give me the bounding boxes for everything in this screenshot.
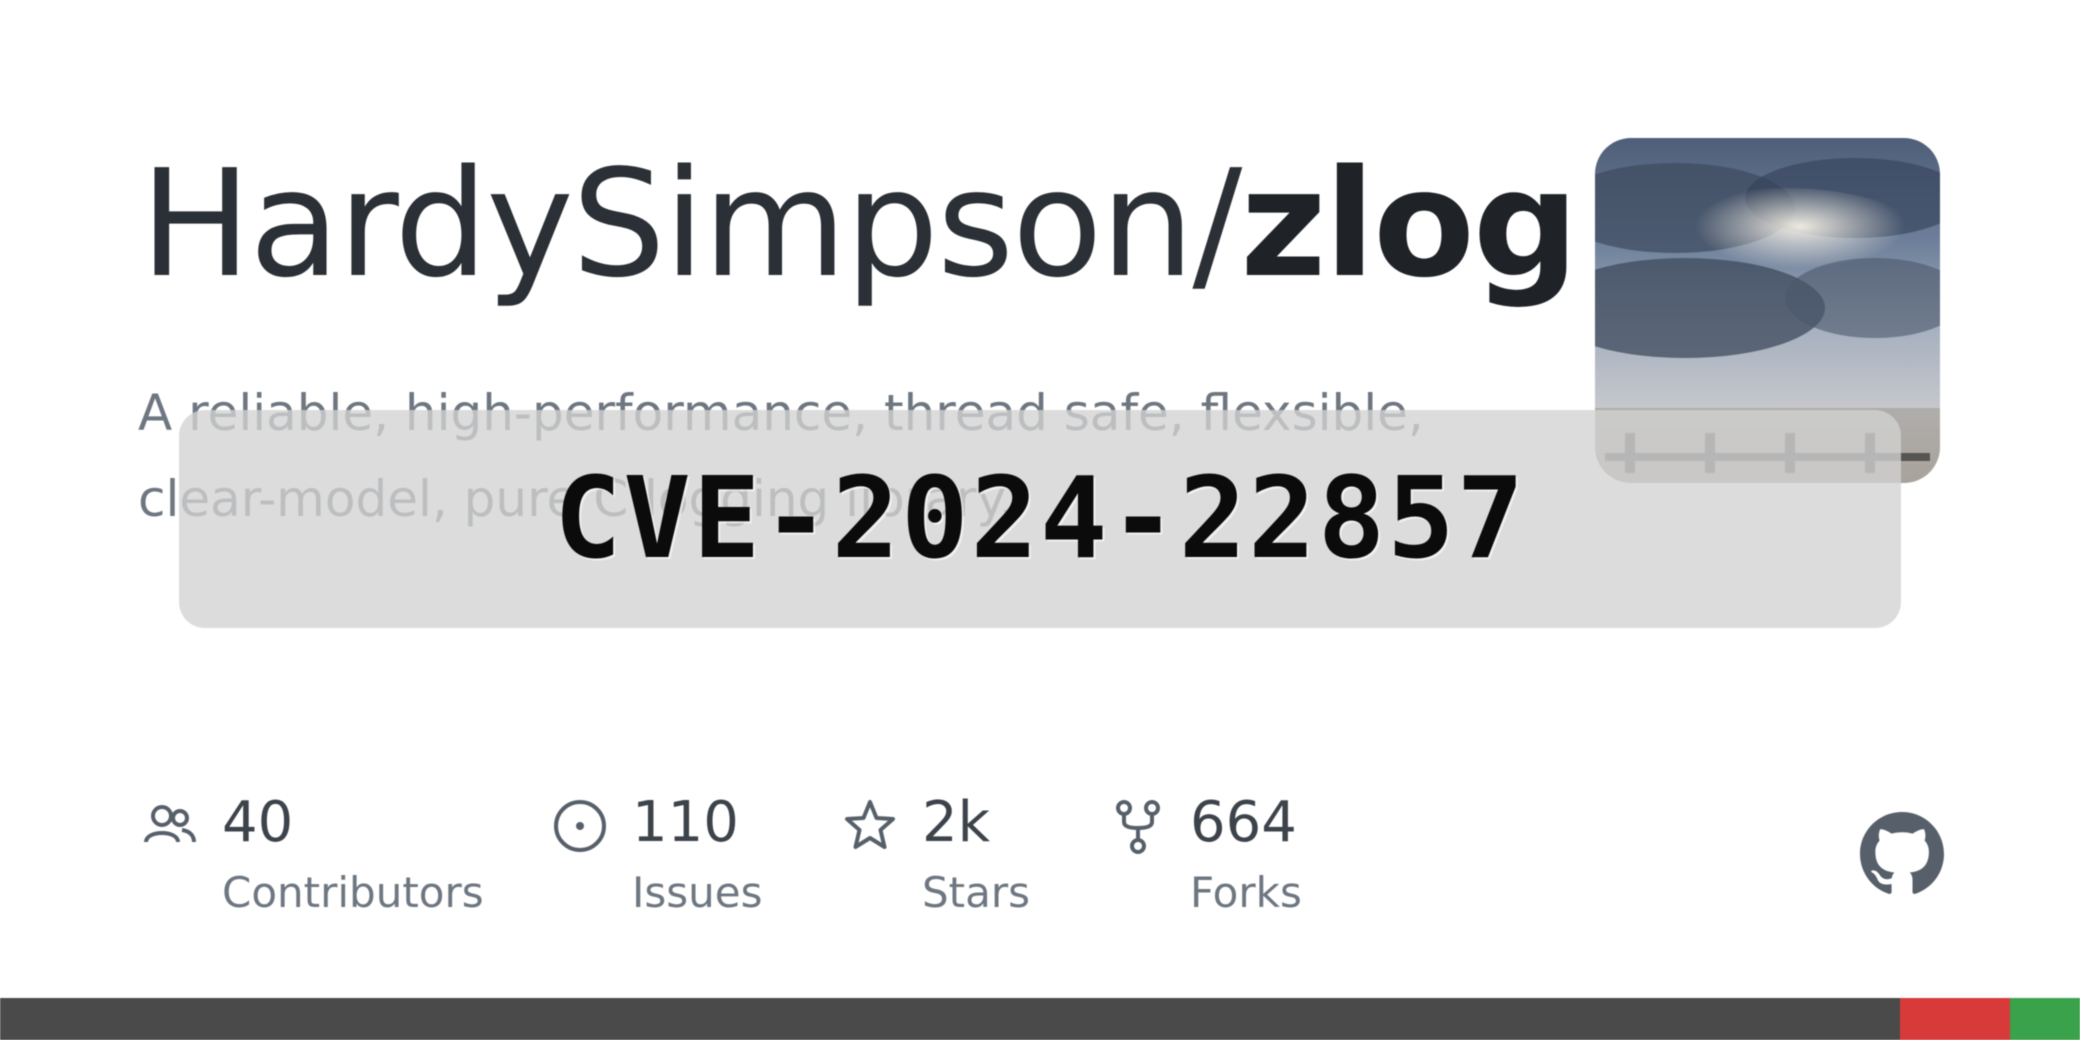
stars-label: Stars (922, 868, 1031, 917)
contributors-count: 40 (222, 790, 294, 855)
repo-name: zlog (1240, 138, 1578, 310)
issue-icon (554, 800, 606, 852)
language-bar-segment-green (2010, 998, 2080, 1040)
repo-social-card: HardySimpson/zlog A reliable, high-perfo… (0, 0, 2080, 1040)
forks-label: Forks (1190, 868, 1302, 917)
forks-count: 664 (1190, 790, 1297, 855)
issues-count: 110 (632, 790, 739, 855)
contributors-label: Contributors (222, 868, 484, 917)
cve-id-text: CVE-2024-22857 (553, 454, 1526, 584)
issues-label: Issues (632, 868, 763, 917)
people-icon (144, 805, 196, 843)
repo-owner: HardySimpson (140, 138, 1194, 310)
github-mark-icon (1860, 812, 1944, 894)
language-bar-segment-red (1900, 998, 2010, 1040)
star-icon (845, 800, 895, 849)
stars-count: 2k (922, 790, 991, 855)
repo-title: HardySimpson/zlog (140, 150, 1579, 298)
language-bar (0, 998, 2080, 1040)
repo-separator: / (1192, 138, 1242, 310)
cve-overlay-banner: CVE-2024-22857 (179, 410, 1901, 628)
fork-icon (1116, 800, 1160, 854)
